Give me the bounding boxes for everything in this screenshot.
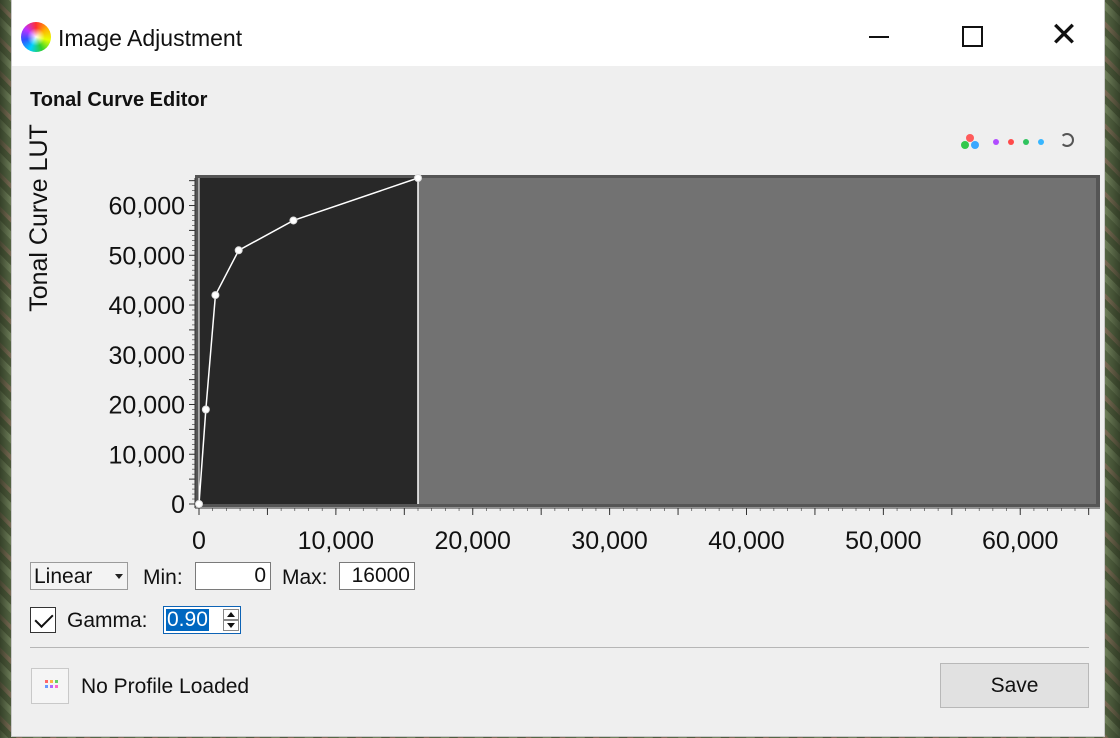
check-icon [34, 608, 54, 629]
gamma-decrease-button[interactable] [223, 620, 239, 631]
profile-grid-icon [45, 680, 48, 683]
red-channel-icon[interactable] [1008, 139, 1014, 145]
maximize-button[interactable] [948, 16, 994, 56]
green-channel-icon[interactable] [1023, 139, 1029, 145]
x-tick-label: 60,000 [982, 527, 1058, 555]
curve-control-point[interactable] [413, 174, 422, 182]
y-tick-label: 10,000 [109, 441, 185, 469]
reset-curve-icon[interactable] [1060, 133, 1074, 147]
save-button[interactable]: Save [940, 663, 1089, 708]
curve-tools [960, 132, 1080, 152]
y-tick-label: 20,000 [109, 392, 185, 420]
y-tick-label: 60,000 [109, 193, 185, 221]
x-tick-label: 30,000 [571, 527, 647, 555]
gamma-label: Gamma: [67, 609, 148, 632]
y-tick-label: 0 [171, 491, 185, 519]
tonal-curve-chart: Tonal Curve LUT 0 10,000 20,000 30,000 40,00… [25, 124, 1100, 560]
curve-control-point[interactable] [195, 500, 203, 508]
x-tick-label: 20,000 [435, 527, 511, 555]
image-adjustment-window: Image Adjustment ✕ Tonal Curve Editor To… [12, 0, 1104, 736]
close-button[interactable]: ✕ [1041, 16, 1087, 56]
profile-button[interactable] [31, 668, 69, 704]
x-tick-label: 10,000 [298, 527, 374, 555]
minimize-button[interactable] [855, 16, 901, 56]
x-tick-label: 50,000 [845, 527, 921, 555]
purple-channel-icon[interactable] [993, 139, 999, 145]
curve-control-point[interactable] [201, 405, 210, 414]
max-label: Max: [282, 566, 328, 589]
title-bar: Image Adjustment ✕ [12, 0, 1104, 66]
curve-control-point[interactable] [234, 246, 243, 255]
y-tick-label: 30,000 [109, 342, 185, 370]
gamma-increase-button[interactable] [223, 609, 239, 620]
x-tick-label: 40,000 [708, 527, 784, 555]
min-input[interactable]: 0 [195, 562, 271, 590]
color-wheel-icon [21, 22, 51, 52]
gamma-value[interactable]: 0.90 [166, 609, 209, 631]
rgb-channel-icon[interactable] [966, 134, 974, 142]
profile-status: No Profile Loaded [81, 675, 250, 698]
active-range-background [199, 178, 418, 504]
chevron-down-icon [115, 574, 123, 579]
curve-control-point[interactable] [289, 216, 298, 225]
mode-select[interactable]: Linear [30, 562, 128, 590]
max-input[interactable]: 16000 [339, 562, 415, 590]
x-tick-label: 0 [192, 527, 206, 555]
min-label: Min: [143, 566, 183, 589]
cyan-channel-icon[interactable] [1038, 139, 1044, 145]
y-tick-label: 40,000 [109, 292, 185, 320]
mode-select-value: Linear [34, 565, 93, 588]
section-divider [30, 647, 1089, 648]
tonal-curve-editor-title: Tonal Curve Editor [30, 89, 208, 111]
curve-control-point[interactable] [211, 291, 220, 300]
window-title: Image Adjustment [58, 25, 243, 51]
gamma-spinbox[interactable]: 0.90 [163, 606, 241, 634]
y-tick-label: 50,000 [109, 242, 185, 270]
gamma-checkbox[interactable] [30, 607, 56, 633]
tonal-curve-svg[interactable]: 0 10,000 20,000 30,000 40,000 50,000 60,000 0 10… [30, 168, 1100, 560]
